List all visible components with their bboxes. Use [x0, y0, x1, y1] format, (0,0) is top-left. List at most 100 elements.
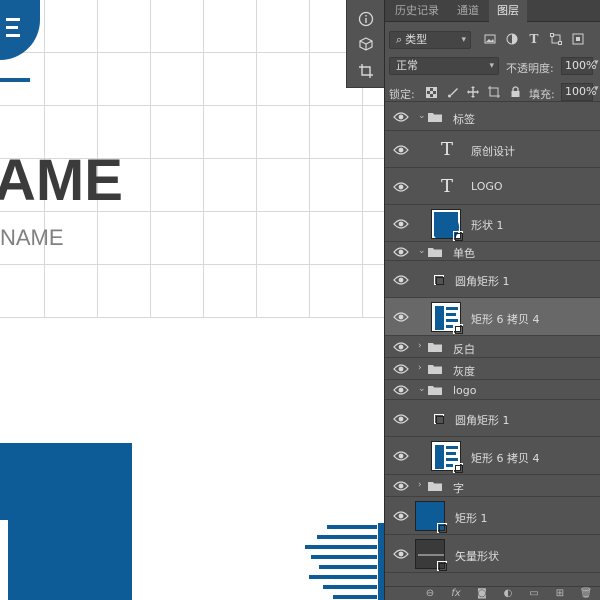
card-name-small: NAME — [0, 225, 64, 250]
layer-name[interactable]: 单色 — [453, 245, 475, 261]
layer-group-row[interactable]: ⌄ logo — [385, 380, 600, 400]
layer-name[interactable]: 标签 — [453, 111, 475, 127]
document-canvas[interactable]: AME NAME — [0, 0, 384, 600]
layer-name[interactable]: 反白 — [453, 341, 475, 357]
visibility-eye-icon[interactable] — [393, 450, 409, 462]
layer-name[interactable]: 字 — [453, 480, 464, 496]
layer-name[interactable]: 原创设计 — [471, 143, 515, 159]
visibility-eye-icon[interactable] — [393, 111, 409, 123]
visibility-eye-icon[interactable] — [393, 311, 409, 323]
opacity-input[interactable]: 100% — [561, 57, 596, 75]
layer-actions-bar: ⊖ fx ◙ ◐ ▭ ⊞ 🗑 — [385, 586, 600, 600]
fill-label: 填充: — [529, 88, 555, 101]
tab-layers[interactable]: 图层 — [489, 0, 527, 23]
visibility-eye-icon[interactable] — [393, 480, 409, 492]
visibility-eye-icon[interactable] — [393, 246, 409, 258]
lock-transparent-icon[interactable] — [425, 86, 437, 98]
layer-row[interactable]: T 原创设计 — [385, 131, 600, 168]
layer-name[interactable]: 圆角矩形 1 — [455, 273, 510, 289]
folder-icon — [428, 112, 442, 122]
adjustment-filter-icon[interactable] — [505, 32, 519, 46]
layer-row[interactable]: T LOGO — [385, 168, 600, 205]
chevron-down-icon[interactable]: ⌄ — [418, 384, 426, 394]
fill-input[interactable]: 100% — [561, 83, 596, 101]
layer-row[interactable]: 圆角矩形 1 — [385, 261, 600, 298]
layer-row[interactable]: 矩形 6 拷贝 4 — [385, 437, 600, 475]
opacity-chevron-icon[interactable]: ▾ — [594, 58, 599, 68]
shape-path-icon — [434, 413, 444, 424]
tab-history[interactable]: 历史记录 — [387, 0, 447, 22]
folder-icon — [428, 247, 442, 257]
collapsed-panel-icons — [346, 0, 384, 88]
delete-icon[interactable]: 🗑 — [579, 587, 593, 600]
layer-name[interactable]: 圆角矩形 1 — [455, 412, 510, 428]
layer-row[interactable]: 圆角矩形 1 — [385, 400, 600, 437]
layer-row[interactable]: 矩形 1 — [385, 497, 600, 535]
crop-icon[interactable] — [356, 61, 376, 81]
fx-icon[interactable]: fx — [449, 587, 463, 600]
info-icon[interactable] — [356, 9, 376, 29]
shape-filter-icon[interactable] — [549, 32, 563, 46]
layer-name[interactable]: 灰度 — [453, 363, 475, 379]
chevron-right-icon[interactable]: › — [418, 341, 422, 351]
photoshop-window: AME NAME 历史记录 通道 图层 ⌕ 类型 ▾ T 正常 ▾ 不透明度: … — [0, 0, 600, 600]
folder-icon — [428, 342, 442, 352]
lock-all-icon[interactable] — [509, 86, 521, 98]
chevron-down-icon[interactable]: ⌄ — [418, 246, 426, 256]
link-icon[interactable]: ⊖ — [423, 587, 437, 600]
blend-mode-select[interactable]: 正常 ▾ — [389, 57, 499, 75]
layer-name[interactable]: logo — [453, 384, 477, 397]
layer-group-row[interactable]: ⌄ 单色 — [385, 242, 600, 261]
fill-chevron-icon[interactable]: ▾ — [594, 84, 599, 94]
visibility-eye-icon[interactable] — [393, 413, 409, 425]
visibility-eye-icon[interactable] — [393, 218, 409, 230]
layer-name[interactable]: 矩形 6 拷贝 4 — [471, 311, 540, 327]
layer-group-row[interactable]: › 灰度 — [385, 358, 600, 380]
visibility-eye-icon[interactable] — [393, 181, 409, 193]
visibility-eye-icon[interactable] — [393, 144, 409, 156]
visibility-eye-icon[interactable] — [393, 341, 409, 353]
chevron-down-icon[interactable]: ⌄ — [418, 111, 426, 121]
layer-name[interactable]: 形状 1 — [471, 217, 504, 233]
layer-list[interactable]: ⌄ 标签 T 原创设计 T LOGO 形状 1 ⌄ 单色圆角矩形 1 矩形 6 拷贝 4 › 反白 › 灰… — [385, 103, 600, 585]
adjustment-icon[interactable]: ◐ — [501, 587, 515, 600]
layer-group-row[interactable]: ⌄ 标签 — [385, 103, 600, 131]
chevron-right-icon[interactable]: › — [418, 480, 422, 490]
vector-mask-icon — [437, 561, 447, 571]
blue-block-notch — [0, 520, 8, 600]
chevron-right-icon[interactable]: › — [418, 363, 422, 373]
folder-icon — [428, 364, 442, 374]
layer-name[interactable]: 矩形 6 拷贝 4 — [471, 450, 540, 466]
smart-object-filter-icon[interactable] — [571, 32, 585, 46]
image-filter-icon[interactable] — [483, 32, 497, 46]
lock-artboard-icon[interactable] — [488, 86, 500, 98]
layer-group-row[interactable]: › 反白 — [385, 336, 600, 358]
layer-row[interactable]: 矩形 6 拷贝 4 — [385, 298, 600, 336]
chevron-down-icon: ▾ — [489, 61, 494, 71]
lock-paint-icon[interactable] — [446, 86, 458, 98]
layer-row[interactable]: 形状 1 — [385, 205, 600, 242]
vector-mask-icon — [453, 230, 463, 241]
layer-row[interactable]: 矢量形状 — [385, 535, 600, 573]
layer-filter-select[interactable]: ⌕ 类型 ▾ — [389, 31, 471, 49]
lock-position-icon[interactable] — [467, 86, 479, 98]
layer-name[interactable]: 矢量形状 — [455, 548, 499, 564]
visibility-eye-icon[interactable] — [393, 384, 409, 396]
panel-tab-bar: 历史记录 通道 图层 — [385, 0, 600, 23]
visibility-eye-icon[interactable] — [393, 274, 409, 286]
mask-icon[interactable]: ◙ — [475, 587, 489, 600]
new-layer-icon[interactable]: ⊞ — [553, 587, 567, 600]
visibility-eye-icon[interactable] — [393, 510, 409, 522]
tab-channels[interactable]: 通道 — [449, 0, 487, 22]
visibility-eye-icon[interactable] — [393, 548, 409, 560]
filter-kind-label: 类型 — [405, 33, 428, 46]
folder-icon — [428, 385, 442, 395]
3d-cube-icon[interactable] — [356, 34, 376, 54]
layer-name[interactable]: LOGO — [471, 180, 503, 193]
lock-label: 锁定: — [389, 88, 415, 101]
layer-name[interactable]: 矩形 1 — [455, 510, 488, 526]
type-filter-icon[interactable]: T — [527, 32, 541, 46]
new-group-icon[interactable]: ▭ — [527, 587, 541, 600]
visibility-eye-icon[interactable] — [393, 363, 409, 375]
layer-group-row[interactable]: › 字 — [385, 475, 600, 497]
